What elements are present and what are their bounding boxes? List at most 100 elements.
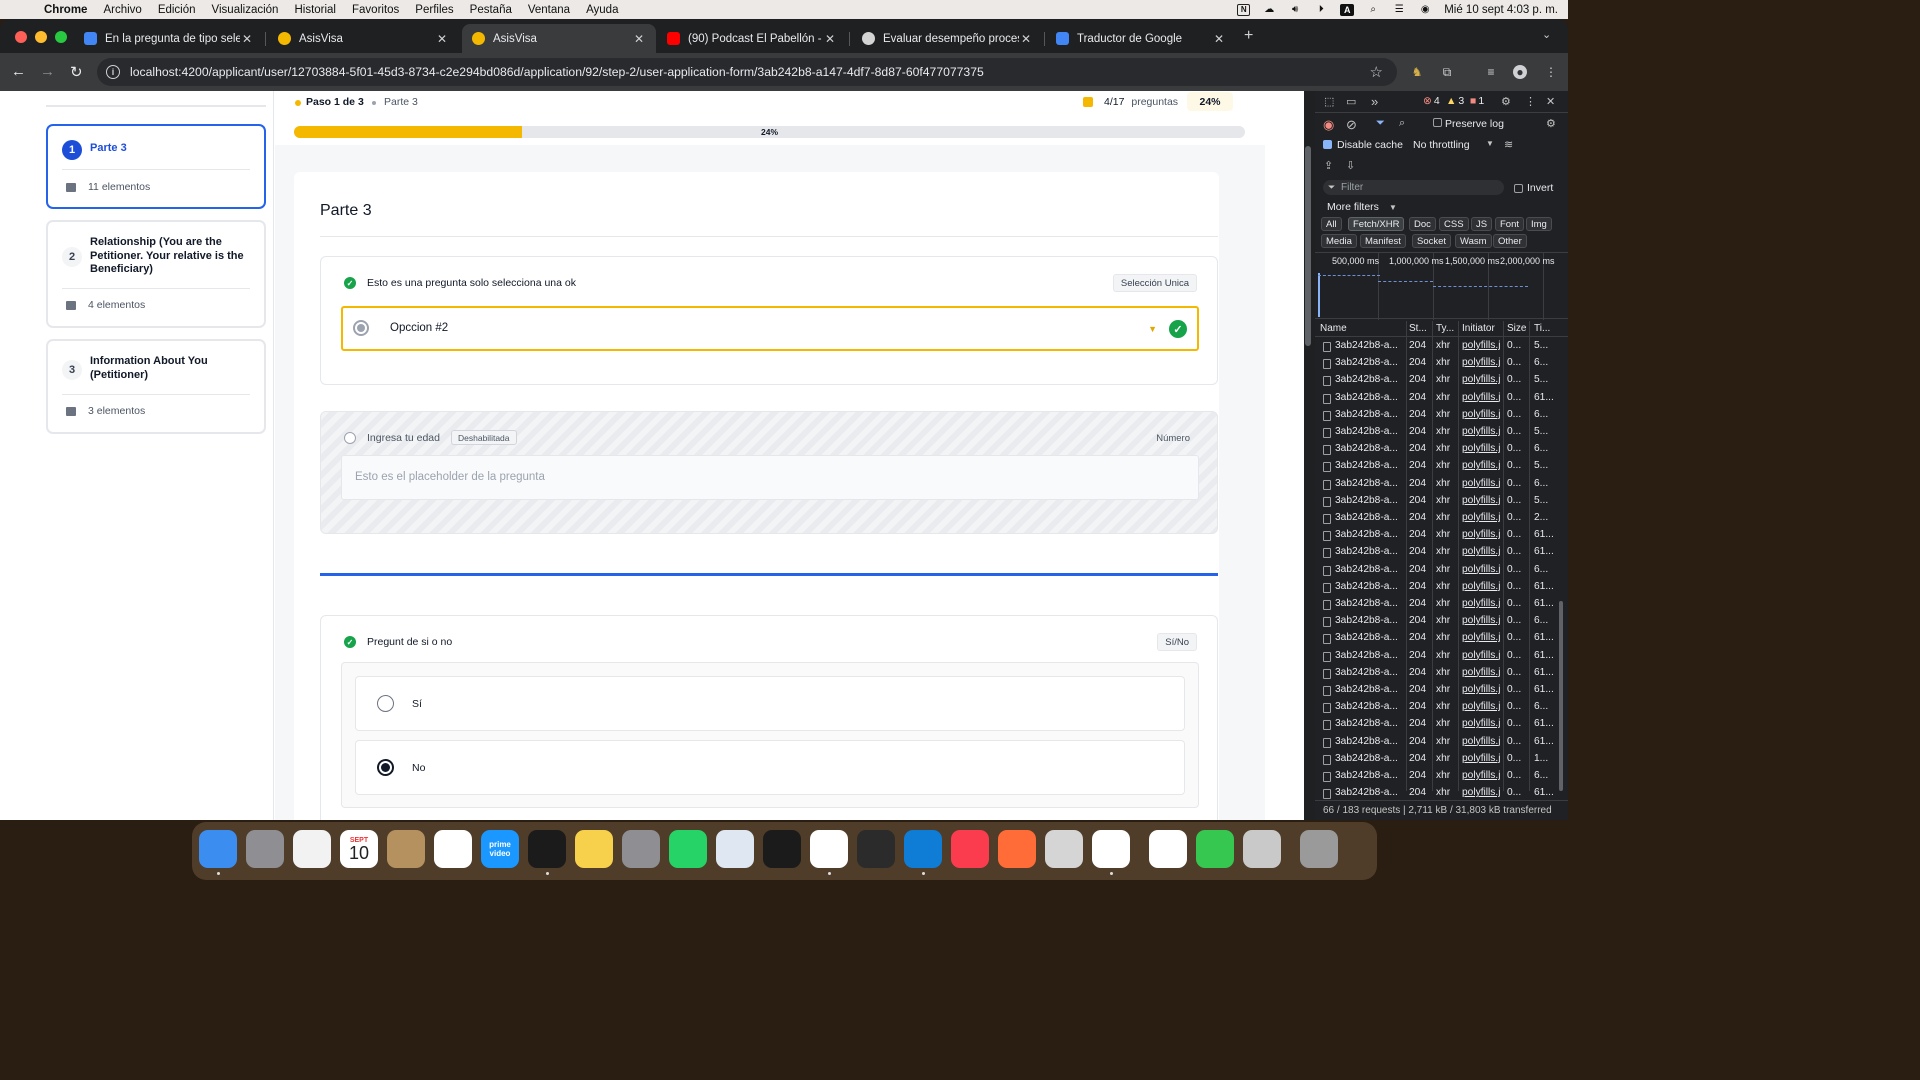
request-initiator[interactable]: polyfills.j [1462, 374, 1502, 385]
url-text[interactable]: localhost:4200/applicant/user/12703884-5… [130, 65, 984, 79]
single-select-dropdown[interactable]: Opccion #2 ▼ ✓ [341, 306, 1199, 351]
more-filters-chevron-icon[interactable]: ▼ [1389, 203, 1397, 212]
filter-doc[interactable]: Doc [1409, 217, 1436, 231]
column-initiator[interactable]: Initiator [1462, 323, 1495, 334]
requests-scrollbar[interactable] [1559, 601, 1563, 791]
request-row[interactable]: 3ab242b8-a... 204 xhr polyfills.j 0... 61... [1315, 579, 1568, 596]
menu-archivo[interactable]: Archivo [103, 4, 141, 16]
zoom-window-button[interactable] [55, 31, 67, 43]
reminders-icon[interactable] [434, 830, 472, 868]
network-conditions-icon[interactable]: ≋ [1504, 138, 1513, 151]
search-icon[interactable]: ⌕ [1399, 117, 1405, 130]
system-settings-icon[interactable] [622, 830, 660, 868]
calendar-icon[interactable]: SEPT 10 [340, 830, 378, 868]
settings-gear-icon[interactable]: ⚙ [1501, 95, 1511, 108]
close-tab-icon[interactable]: ✕ [1019, 32, 1033, 46]
filter-manifest[interactable]: Manifest [1360, 234, 1406, 248]
menu-favoritos[interactable]: Favoritos [352, 4, 399, 16]
filter-funnel-icon[interactable]: ⏷ [1376, 117, 1385, 130]
music-icon[interactable] [951, 830, 989, 868]
request-initiator[interactable]: polyfills.j [1462, 512, 1502, 523]
tab-search-chevron-icon[interactable]: ⌄ [1542, 28, 1551, 41]
filter-css[interactable]: CSS [1439, 217, 1469, 231]
close-tab-icon[interactable]: ✕ [435, 32, 449, 46]
trash-icon[interactable] [1300, 830, 1338, 868]
error-count[interactable]: ⊗ 4 [1423, 95, 1440, 107]
filter-all[interactable]: All [1321, 217, 1342, 231]
column-name[interactable]: Name [1320, 323, 1347, 334]
reload-icon[interactable]: ↻ [70, 63, 83, 81]
more-filters-button[interactable]: More filters [1327, 201, 1379, 213]
sidebar-step-1[interactable]: 1 Parte 3 11 elementos [46, 124, 266, 209]
request-row[interactable]: 3ab242b8-a... 204 xhr polyfills.j 0... 61... [1315, 544, 1568, 561]
filter-fetch-xhr[interactable]: Fetch/XHR [1348, 217, 1405, 231]
tab-asisvisa-active[interactable]: AsisVisa ✕ [462, 24, 656, 53]
preserve-log-checkbox[interactable] [1433, 118, 1442, 127]
request-row[interactable]: 3ab242b8-a... 204 xhr polyfills.j 0... 6... [1315, 562, 1568, 579]
sidebar-step-3[interactable]: 3 Information About You (Petitioner) 3 e… [46, 339, 266, 434]
request-initiator[interactable]: polyfills.j [1462, 529, 1502, 540]
invert-checkbox[interactable] [1514, 184, 1523, 193]
launchpad-icon[interactable] [246, 830, 284, 868]
menu-edicion[interactable]: Edición [158, 4, 196, 16]
close-tab-icon[interactable]: ✕ [632, 32, 646, 46]
chrome-icon[interactable] [810, 830, 848, 868]
address-bar[interactable]: i localhost:4200/applicant/user/12703884… [97, 58, 1397, 86]
control-center-icon[interactable]: ☰ [1392, 4, 1406, 16]
more-panels-icon[interactable]: » [1371, 94, 1378, 109]
request-row[interactable]: 3ab242b8-a... 204 xhr polyfills.j 0... 5... [1315, 458, 1568, 475]
close-tab-icon[interactable]: ✕ [240, 32, 254, 46]
request-initiator[interactable]: polyfills.j [1462, 426, 1502, 437]
import-har-icon[interactable]: ⇪ [1324, 159, 1333, 172]
device-toolbar-icon[interactable]: ▭ [1346, 95, 1356, 108]
request-initiator[interactable]: polyfills.j [1462, 787, 1502, 798]
request-initiator[interactable]: polyfills.j [1462, 478, 1502, 489]
close-tab-icon[interactable]: ✕ [1212, 32, 1226, 46]
menu-ayuda[interactable]: Ayuda [586, 4, 618, 16]
notion-icon[interactable] [1149, 830, 1187, 868]
filter-input[interactable]: Filter [1323, 180, 1504, 195]
request-row[interactable]: 3ab242b8-a... 204 xhr polyfills.j 0... 5... [1315, 372, 1568, 389]
warning-count[interactable]: ▲ 3 [1446, 95, 1464, 107]
cloud-icon[interactable]: ☁ [1262, 4, 1276, 16]
filter-js[interactable]: JS [1471, 217, 1493, 231]
request-initiator[interactable]: polyfills.j [1462, 546, 1502, 557]
menu-pestana[interactable]: Pestaña [470, 4, 512, 16]
vscode-icon[interactable] [904, 830, 942, 868]
close-window-button[interactable] [15, 31, 27, 43]
request-row[interactable]: 3ab242b8-a... 204 xhr polyfills.j 0... 5... [1315, 338, 1568, 355]
close-tab-icon[interactable]: ✕ [823, 32, 837, 46]
request-row[interactable]: 3ab242b8-a... 204 xhr polyfills.j 0... 6... [1315, 441, 1568, 458]
reading-list-icon[interactable]: ≡ [1484, 65, 1498, 79]
extensions-puzzle-icon[interactable]: ⧉ [1440, 65, 1454, 79]
request-row[interactable]: 3ab242b8-a... 204 xhr polyfills.j 0... 61... [1315, 665, 1568, 682]
throttling-select[interactable]: No throttling [1413, 139, 1470, 151]
request-initiator[interactable]: polyfills.j [1462, 718, 1502, 729]
back-icon[interactable]: ← [11, 63, 26, 80]
inspect-element-icon[interactable]: ⬚ [1324, 95, 1334, 108]
bookmark-star-icon[interactable]: ☆ [1370, 63, 1383, 81]
request-row[interactable]: 3ab242b8-a... 204 xhr polyfills.j 0... 61... [1315, 596, 1568, 613]
request-row[interactable]: 3ab242b8-a... 204 xhr polyfills.j 0... 6... [1315, 355, 1568, 372]
finder-icon[interactable] [199, 830, 237, 868]
column-time[interactable]: Ti... [1534, 323, 1550, 334]
contacts-icon[interactable] [387, 830, 425, 868]
forward-icon[interactable]: → [40, 63, 55, 80]
radio-yes[interactable] [377, 695, 394, 712]
chrome-menu-icon[interactable]: ⋮ [1544, 65, 1558, 79]
siri-icon[interactable]: ◉ [1418, 4, 1432, 16]
request-initiator[interactable]: polyfills.j [1462, 770, 1502, 781]
search-icon[interactable]: ⌕ [1366, 4, 1380, 16]
notion-icon[interactable]: N [1237, 3, 1251, 16]
menu-historial[interactable]: Historial [294, 4, 336, 16]
notes-icon[interactable] [575, 830, 613, 868]
network-overview-timeline[interactable]: 500,000 ms 1,000,000 ms 1,500,000 ms 2,0… [1315, 252, 1568, 320]
request-initiator[interactable]: polyfills.j [1462, 564, 1502, 575]
tab-google-translate[interactable]: Traductor de Google ✕ [1046, 24, 1236, 53]
request-row[interactable]: 3ab242b8-a... 204 xhr polyfills.j 0... 6... [1315, 476, 1568, 493]
preserve-log-label[interactable]: Preserve log [1445, 118, 1504, 130]
request-row[interactable]: 3ab242b8-a... 204 xhr polyfills.j 0... 61... [1315, 390, 1568, 407]
disable-cache-checkbox[interactable] [1323, 140, 1332, 149]
request-row[interactable]: 3ab242b8-a... 204 xhr polyfills.j 0... 5... [1315, 493, 1568, 510]
request-row[interactable]: 3ab242b8-a... 204 xhr polyfills.j 0... 5... [1315, 424, 1568, 441]
